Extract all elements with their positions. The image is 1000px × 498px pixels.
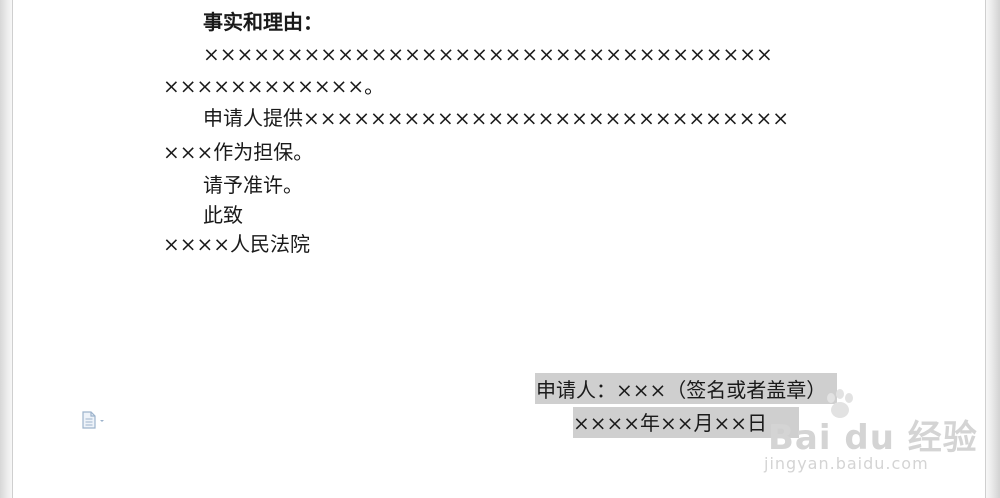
closing-line: 此致: [203, 203, 243, 227]
guarantee-line-2: ×××作为担保。: [163, 140, 314, 164]
facts-line-1: ××××××××××××××××××××××××××××××××××: [203, 42, 773, 66]
document-icon[interactable]: [82, 411, 104, 429]
section-heading: 事实和理由：: [203, 10, 323, 34]
watermark-url: jingyan.baidu.com: [764, 454, 929, 473]
date-line[interactable]: ××××年××月××日: [573, 411, 767, 435]
page-edge-right: [985, 0, 1000, 498]
chevron-down-icon: [100, 420, 104, 422]
baidu-watermark: Bai du 经验 jingyan.baidu.com: [760, 388, 977, 488]
guarantee-line-1: 申请人提供×××××××××××××××××××××××××××××: [203, 106, 789, 130]
facts-line-2: ××××××××××××。: [163, 74, 385, 98]
page-edge-left: [0, 0, 13, 498]
court-line: ××××人民法院: [163, 232, 311, 256]
watermark-brand: Bai du 经验: [768, 418, 978, 458]
request-line: 请予准许。: [203, 173, 303, 197]
